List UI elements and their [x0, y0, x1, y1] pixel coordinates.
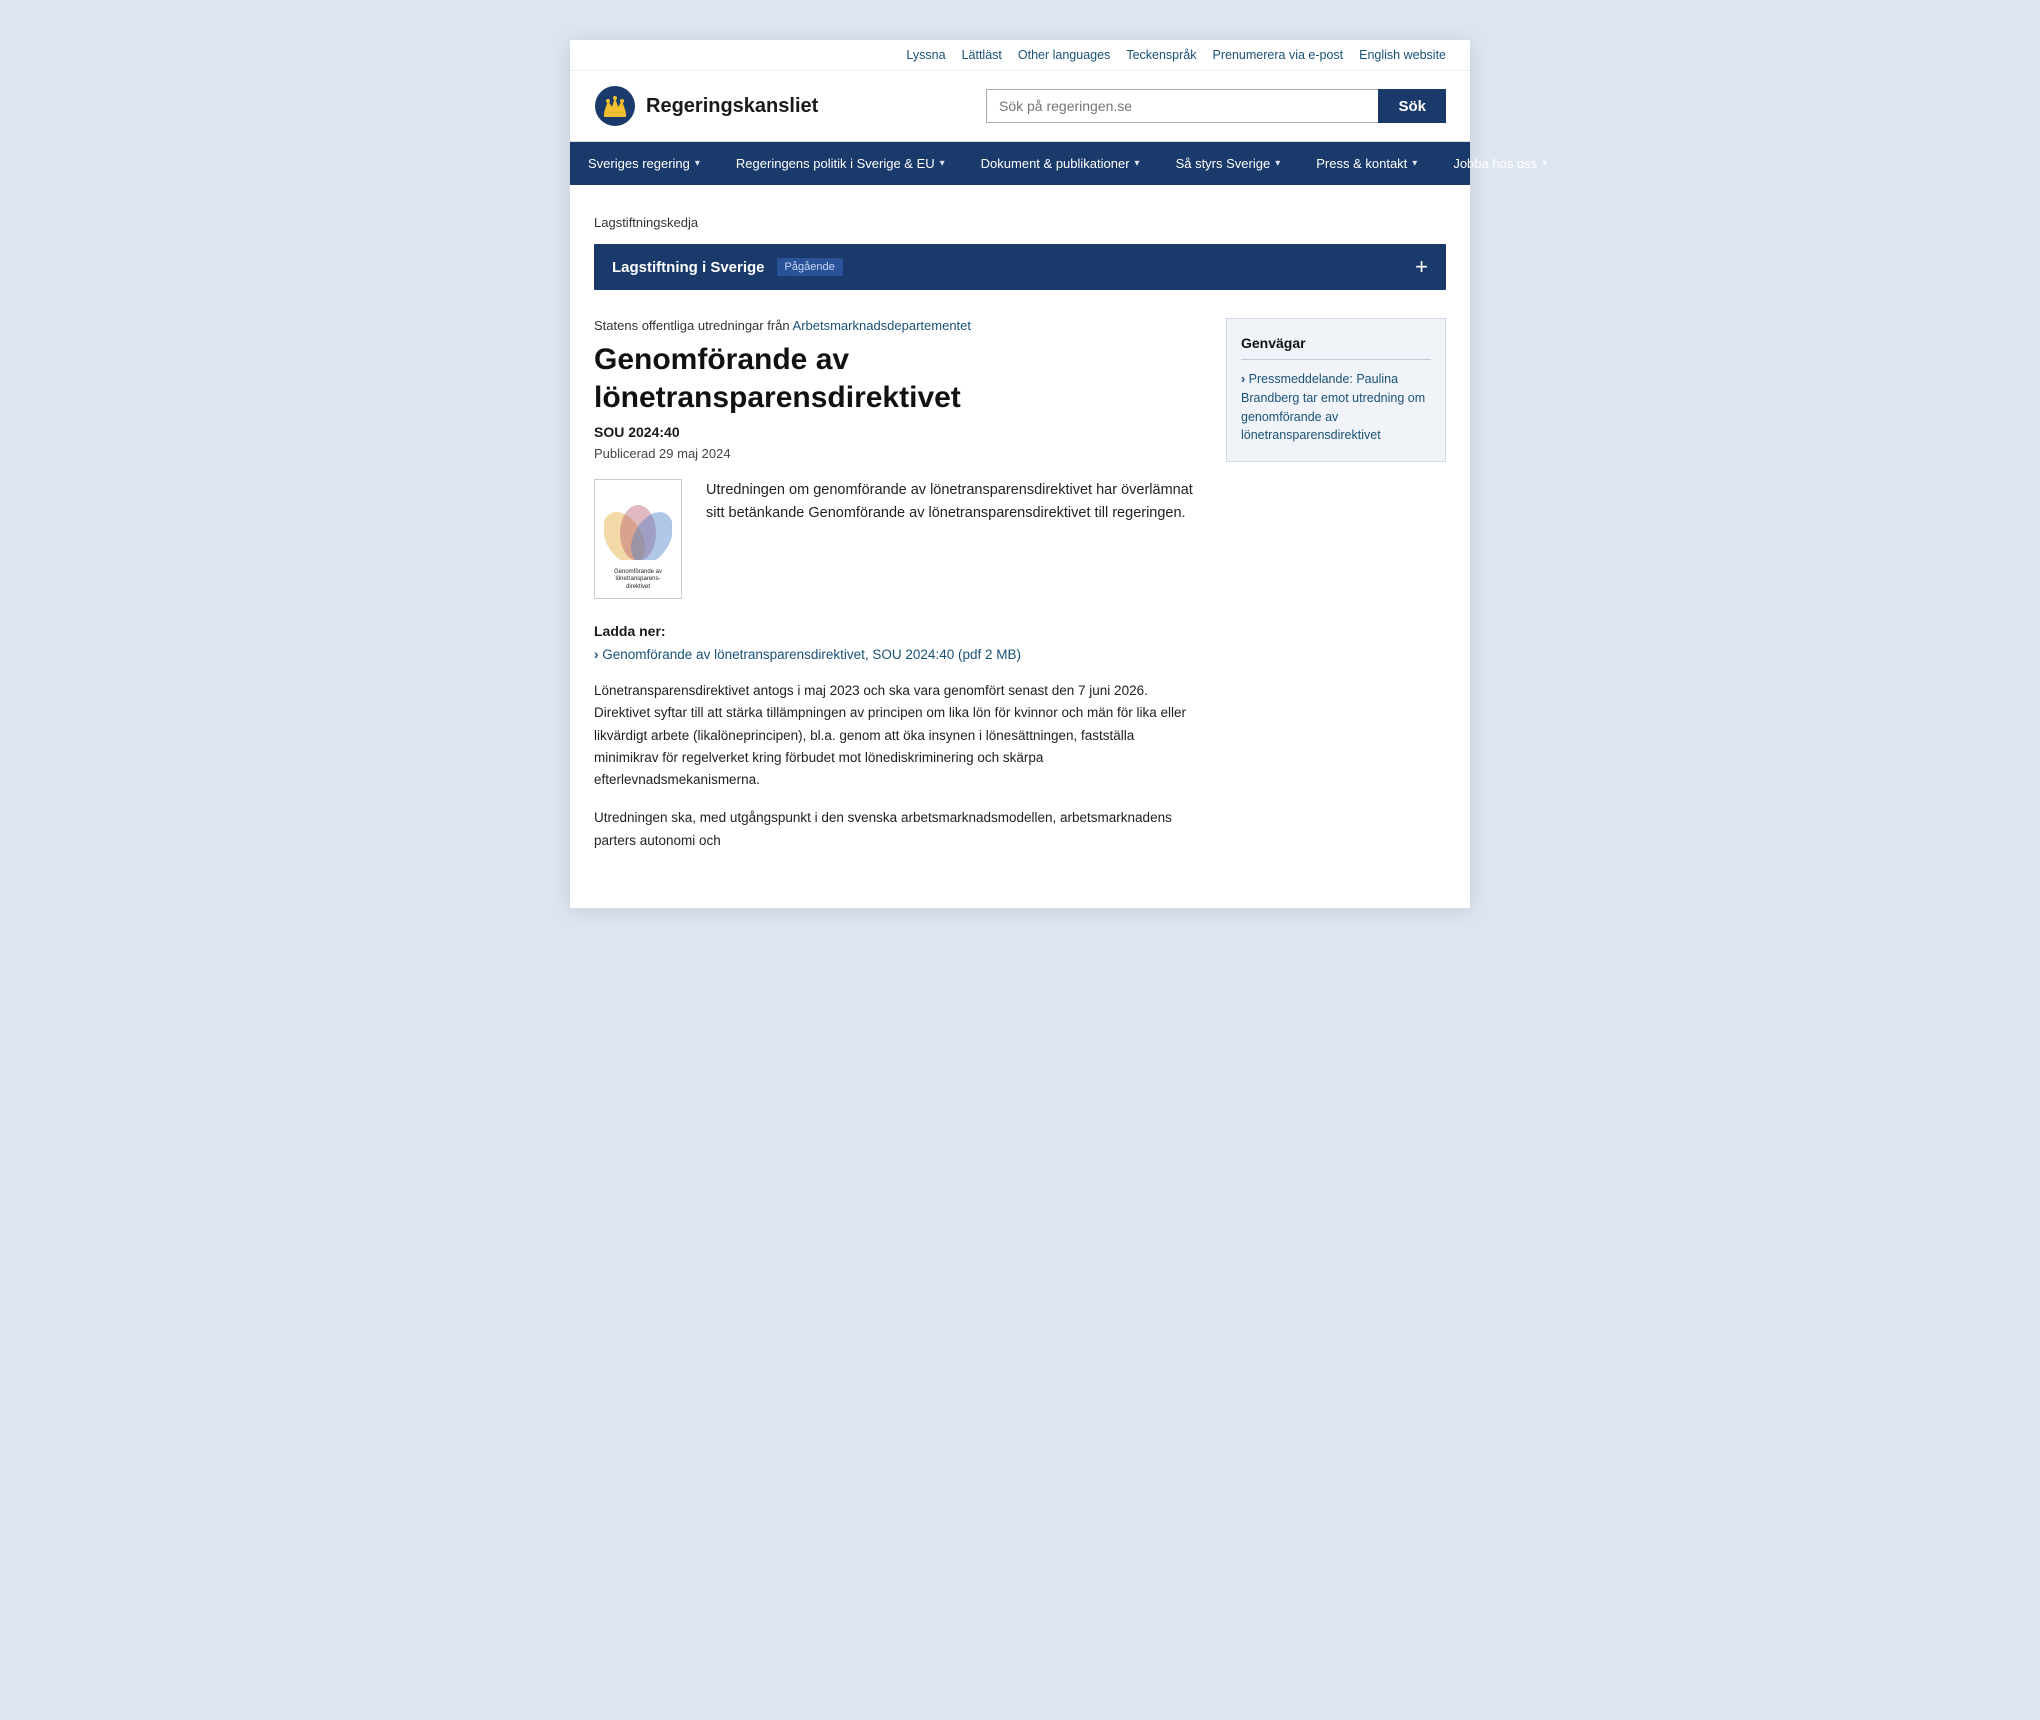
chevron-down-icon: ▾: [1135, 158, 1140, 169]
meta-prefix: Statens offentliga utredningar från: [594, 318, 790, 333]
ongoing-badge: Pågående: [777, 258, 843, 276]
header: Regeringskansliet Sök: [570, 71, 1470, 142]
download-label: Ladda ner:: [594, 623, 1202, 639]
two-col-layout: Statens offentliga utredningar från Arbe…: [594, 318, 1446, 868]
nav-label: Sveriges regering: [588, 156, 690, 171]
chevron-down-icon: ▾: [1275, 158, 1280, 169]
chevron-down-icon: ▾: [1412, 158, 1417, 169]
breadcrumb: Lagstiftningskedja: [594, 215, 1446, 230]
article-body-row: Genomförande avlönetransparens-direktive…: [594, 479, 1202, 599]
tecksprak-link[interactable]: Teckenspråk: [1126, 48, 1196, 62]
nav-item-sveriges-regering[interactable]: Sveriges regering ▾: [570, 142, 718, 185]
main-col: Statens offentliga utredningar från Arbe…: [594, 318, 1202, 868]
chevron-down-icon: ▾: [1542, 158, 1547, 169]
article-text-p2: Utredningen ska, med utgångspunkt i den …: [594, 807, 1202, 852]
search-button[interactable]: Sök: [1378, 89, 1446, 123]
nav-item-sa-styrs[interactable]: Så styrs Sverige ▾: [1158, 142, 1299, 185]
article-intro: Utredningen om genomförande av lönetrans…: [706, 479, 1202, 525]
search-input[interactable]: [986, 89, 1378, 123]
article-title: Genomförande av lönetransparensdirektive…: [594, 341, 1202, 416]
logo-text: Regeringskansliet: [646, 95, 818, 118]
top-bar: Lyssna Lättläst Other languages Teckensp…: [570, 40, 1470, 71]
book-cover-leaves-svg: [604, 488, 672, 560]
sidebar-pressrelease-link[interactable]: Pressmeddelande: Paulina Brandberg tar e…: [1241, 370, 1431, 445]
nav-item-dokument[interactable]: Dokument & publikationer ▾: [963, 142, 1158, 185]
content-area: Lagstiftningskedja Lagstiftning i Sverig…: [570, 185, 1470, 908]
sidebar-col: Genvägar Pressmeddelande: Paulina Brandb…: [1226, 318, 1446, 462]
article-sou: SOU 2024:40: [594, 424, 1202, 440]
lattlast-link[interactable]: Lättläst: [962, 48, 1002, 62]
prenumerera-link[interactable]: Prenumerera via e-post: [1213, 48, 1344, 62]
nav-label: Dokument & publikationer: [981, 156, 1130, 171]
nav-item-politik[interactable]: Regeringens politik i Sverige & EU ▾: [718, 142, 963, 185]
lyssna-link[interactable]: Lyssna: [906, 48, 945, 62]
expand-button[interactable]: +: [1415, 256, 1428, 278]
crown-logo-icon: [594, 85, 636, 127]
other-languages-link[interactable]: Other languages: [1018, 48, 1110, 62]
book-cover-title: Genomförande avlönetransparens-direktive…: [614, 569, 662, 592]
nav-label: Jobba hos oss: [1453, 156, 1537, 171]
sidebar-title: Genvägar: [1241, 335, 1431, 360]
nav-label: Press & kontakt: [1316, 156, 1407, 171]
legislation-title: Lagstiftning i Sverige: [612, 259, 765, 276]
article-date: Publicerad 29 maj 2024: [594, 446, 1202, 461]
nav-item-press[interactable]: Press & kontakt ▾: [1298, 142, 1435, 185]
nav-label: Regeringens politik i Sverige & EU: [736, 156, 935, 171]
nav-label: Så styrs Sverige: [1176, 156, 1271, 171]
article-text-p1: Lönetransparensdirektivet antogs i maj 2…: [594, 680, 1202, 791]
legislation-bar-left: Lagstiftning i Sverige Pågående: [612, 258, 843, 276]
book-cover: Genomförande avlönetransparens-direktive…: [594, 479, 682, 599]
chevron-down-icon: ▾: [695, 158, 700, 169]
english-website-link[interactable]: English website: [1359, 48, 1446, 62]
chevron-down-icon: ▾: [940, 158, 945, 169]
main-nav: Sveriges regering ▾ Regeringens politik …: [570, 142, 1470, 185]
download-pdf-link[interactable]: Genomförande av lönetransparensdirektive…: [594, 647, 1202, 662]
department-link[interactable]: Arbetsmarknadsdepartementet: [793, 318, 971, 333]
nav-item-jobba[interactable]: Jobba hos oss ▾: [1435, 142, 1565, 185]
logo-area[interactable]: Regeringskansliet: [594, 85, 818, 127]
article-meta: Statens offentliga utredningar från Arbe…: [594, 318, 1202, 333]
legislation-bar: Lagstiftning i Sverige Pågående +: [594, 244, 1446, 290]
page-wrapper: Lyssna Lättläst Other languages Teckensp…: [570, 40, 1470, 908]
search-area: Sök: [986, 89, 1446, 123]
sidebar-box: Genvägar Pressmeddelande: Paulina Brandb…: [1226, 318, 1446, 462]
